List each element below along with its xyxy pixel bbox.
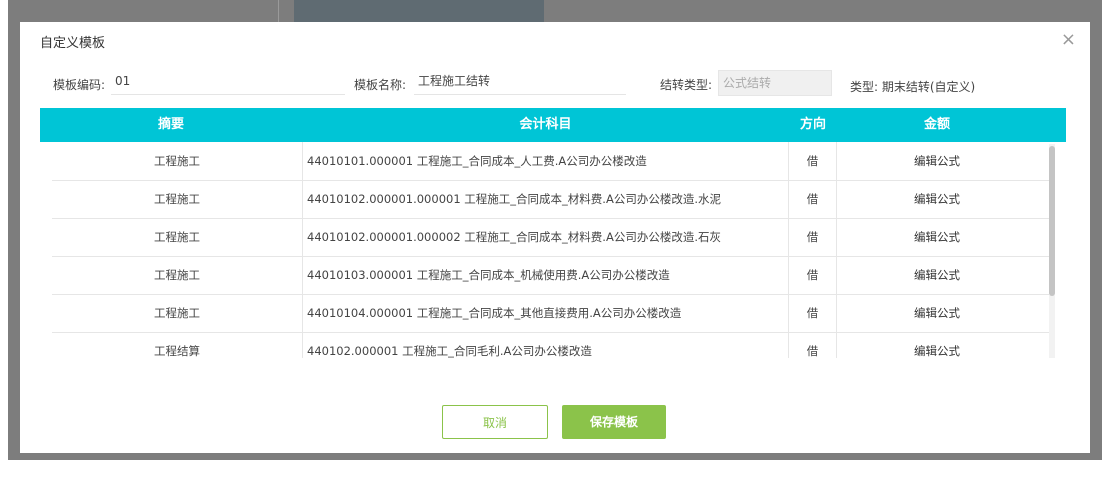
carry-type-label: 结转类型: (660, 78, 713, 92)
dialog-title: 自定义模板 (40, 36, 106, 51)
edit-formula-link[interactable]: 编辑公式 (837, 294, 1037, 332)
template-name-label: 模板名称: (354, 78, 407, 92)
carry-type-field: 结转类型: 公式结转 (660, 68, 832, 98)
table-body[interactable]: 工程施工 44010101.000001 工程施工_合同成本_人工费.A公司办公… (52, 142, 1049, 358)
direction-cell: 借 (789, 256, 837, 294)
summary-cell: 工程施工 (154, 268, 200, 282)
backdrop-tab (294, 0, 544, 22)
header-amount: 金额 (923, 117, 950, 132)
summary-cell: 工程施工 (154, 306, 200, 320)
scrollbar-thumb[interactable] (1049, 146, 1055, 296)
entries-table: 摘要 会计科目 方向 金额 工程施工 44010101.000001 工程施工_… (40, 108, 1066, 358)
account-cell: 44010102.000001.000001 工程施工_合同成本_材料费.A公司… (302, 180, 789, 218)
direction-cell: 借 (789, 142, 837, 180)
header-account: 会计科目 (519, 117, 572, 132)
edit-formula-link[interactable]: 编辑公式 (837, 332, 1037, 358)
table-row[interactable]: 工程施工 44010102.000001.000001 工程施工_合同成本_材料… (52, 180, 1049, 219)
template-name-field: 模板名称: 工程施工结转 (354, 68, 626, 98)
table-row[interactable]: 工程结算 440102.000001 工程施工_合同毛利.A公司办公楼改造 借 … (52, 332, 1049, 358)
edit-formula-link[interactable]: 编辑公式 (837, 218, 1037, 256)
account-cell: 44010102.000001.000002 工程施工_合同成本_材料费.A公司… (302, 218, 789, 256)
save-template-button[interactable]: 保存模板 (562, 405, 666, 439)
close-icon[interactable]: × (1061, 31, 1076, 49)
backdrop-divider (278, 0, 279, 22)
table-row[interactable]: 工程施工 44010104.000001 工程施工_合同成本_其他直接费用.A公… (52, 294, 1049, 333)
account-cell: 44010101.000001 工程施工_合同成本_人工费.A公司办公楼改造 (302, 142, 789, 180)
header-direction: 方向 (799, 117, 826, 132)
summary-cell: 工程施工 (154, 230, 200, 244)
edit-formula-link[interactable]: 编辑公式 (837, 256, 1037, 294)
template-kind-text: 类型: 期末结转(自定义) (850, 80, 976, 94)
summary-cell: 工程施工 (154, 192, 200, 206)
summary-cell: 工程结算 (154, 344, 200, 358)
table-scrollbar[interactable] (1049, 144, 1055, 358)
account-cell: 44010103.000001 工程施工_合同成本_机械使用费.A公司办公楼改造 (302, 256, 789, 294)
edit-formula-link[interactable]: 编辑公式 (837, 142, 1037, 180)
template-code-input[interactable]: 01 (111, 68, 345, 95)
carry-type-input: 公式结转 (718, 70, 832, 96)
table-header: 摘要 会计科目 方向 金额 (40, 108, 1066, 142)
table-row[interactable]: 工程施工 44010102.000001.000002 工程施工_合同成本_材料… (52, 218, 1049, 257)
account-cell: 44010104.000001 工程施工_合同成本_其他直接费用.A公司办公楼改… (302, 294, 789, 332)
direction-cell: 借 (789, 294, 837, 332)
template-code-field: 模板编码: 01 (53, 68, 345, 98)
summary-cell: 工程施工 (154, 154, 200, 168)
table-row[interactable]: 工程施工 44010101.000001 工程施工_合同成本_人工费.A公司办公… (52, 142, 1049, 181)
account-cell: 440102.000001 工程施工_合同毛利.A公司办公楼改造 (302, 332, 789, 358)
custom-template-dialog: 自定义模板 × 模板编码: 01 模板名称: 工程施工结转 结转类型: 公式结转… (20, 22, 1090, 453)
direction-cell: 借 (789, 180, 837, 218)
template-code-label: 模板编码: (53, 78, 106, 92)
edit-formula-link[interactable]: 编辑公式 (837, 180, 1037, 218)
table-row[interactable]: 工程施工 44010103.000001 工程施工_合同成本_机械使用费.A公司… (52, 256, 1049, 295)
direction-cell: 借 (789, 332, 837, 358)
cancel-button[interactable]: 取消 (442, 405, 548, 439)
header-summary: 摘要 (157, 117, 184, 132)
direction-cell: 借 (789, 218, 837, 256)
template-name-input[interactable]: 工程施工结转 (414, 68, 626, 95)
